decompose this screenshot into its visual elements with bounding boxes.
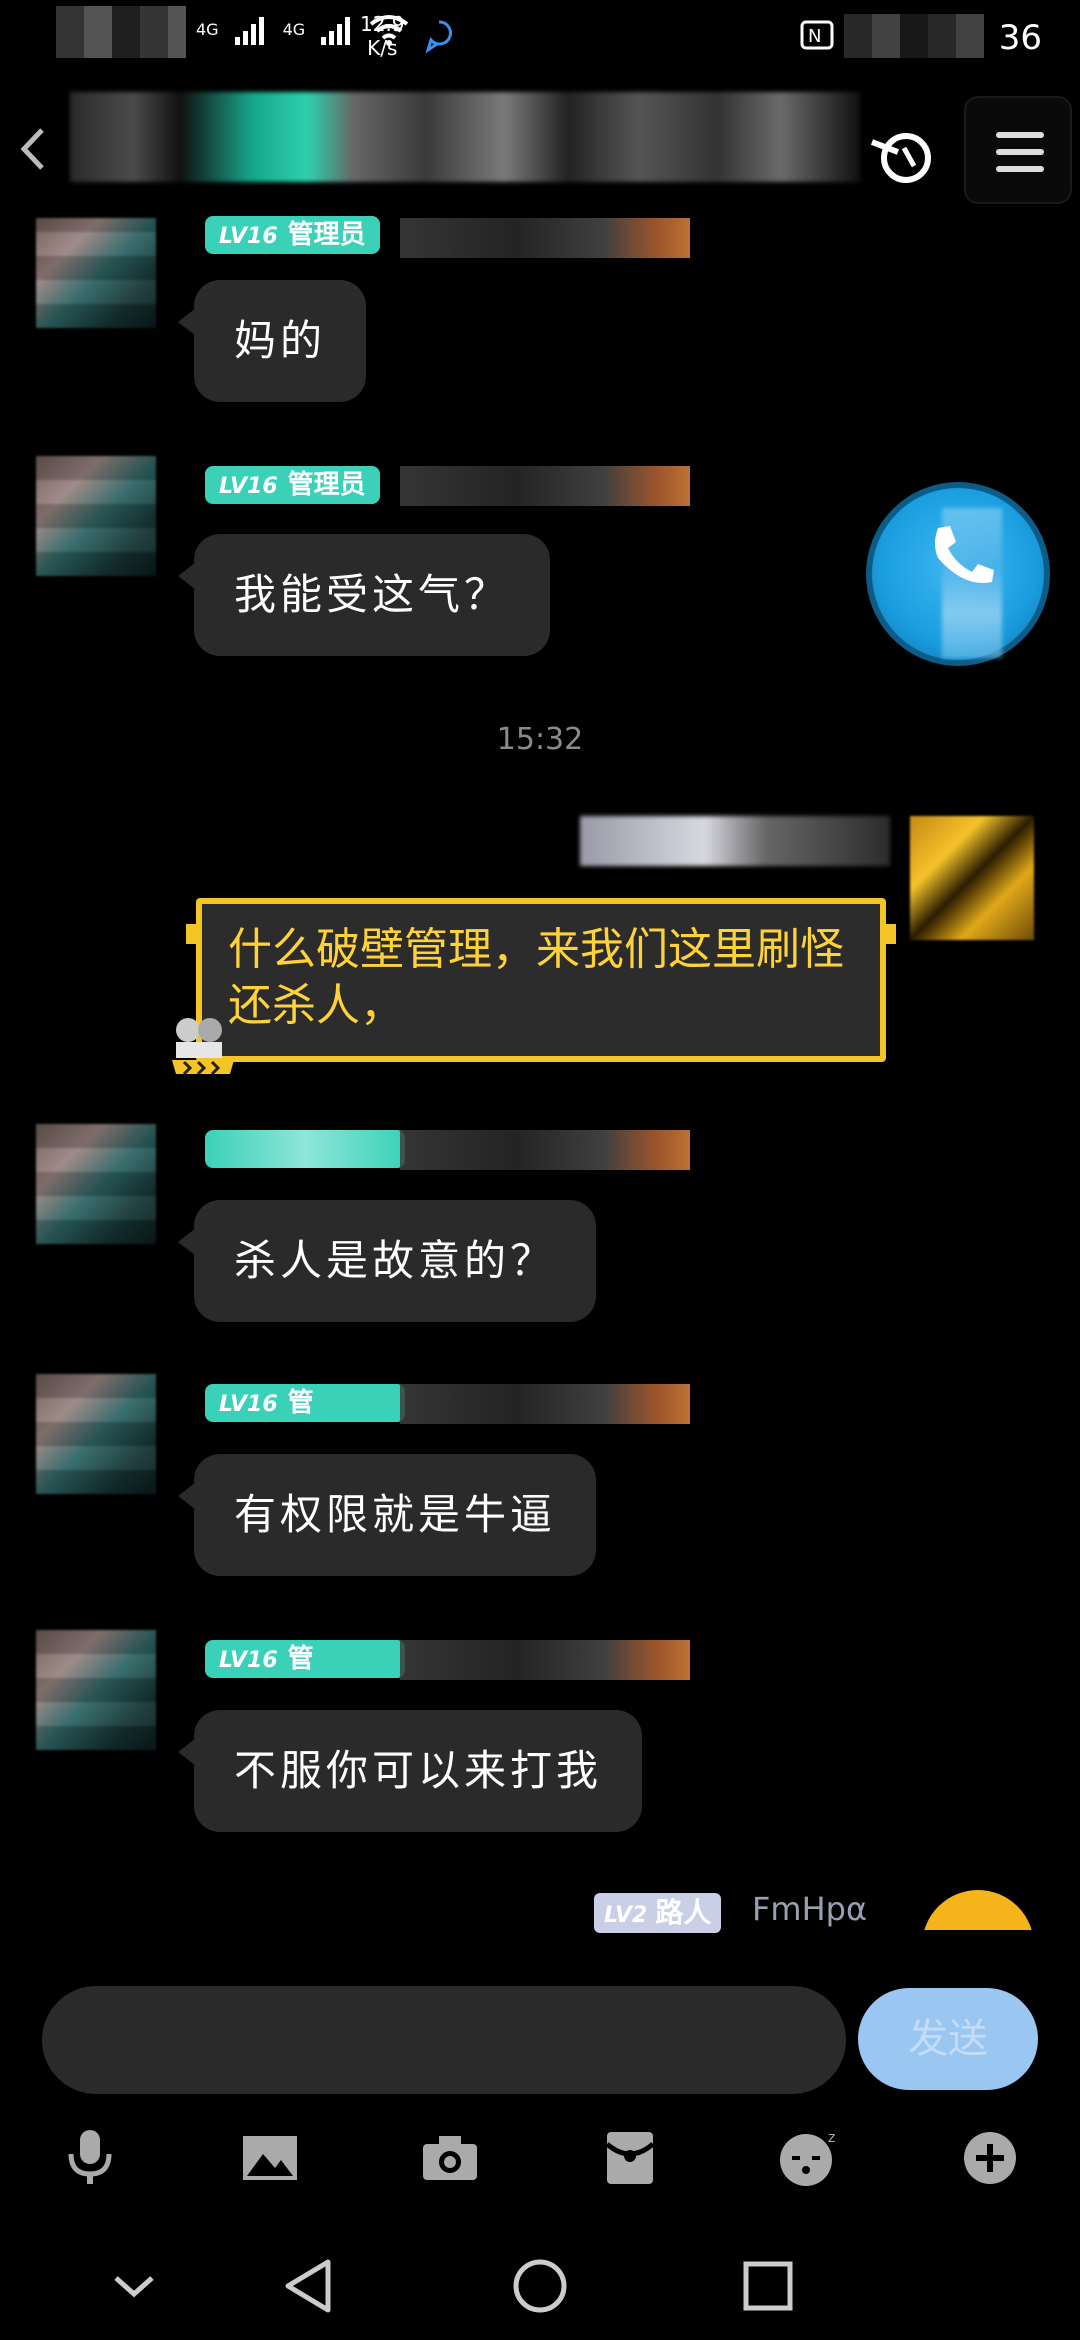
sender-name-redacted bbox=[400, 1640, 690, 1680]
send-button[interactable]: 发送 bbox=[858, 1988, 1038, 2090]
message-bubble[interactable]: 不服你可以来打我 bbox=[177, 1710, 643, 1832]
admin-badge: LV16 管理员 bbox=[205, 466, 380, 504]
microphone-icon[interactable] bbox=[50, 2118, 130, 2198]
sender-name-redacted bbox=[400, 1384, 690, 1424]
bubble-decoration-icon bbox=[172, 1018, 234, 1076]
hook-icon[interactable] bbox=[868, 122, 938, 192]
composer-toolbar: z bbox=[0, 2118, 1080, 2198]
red-packet-icon[interactable] bbox=[590, 2118, 670, 2198]
status-bar: 4G 4G 12.9 K/s N 36 bbox=[0, 0, 1080, 80]
signal-icon bbox=[321, 17, 351, 45]
camera-icon[interactable] bbox=[410, 2118, 490, 2198]
plus-icon[interactable] bbox=[950, 2118, 1030, 2198]
message-input[interactable] bbox=[42, 1986, 846, 2094]
nfc-icon: N bbox=[800, 20, 834, 50]
message-bubble[interactable]: 杀人是故意的？ bbox=[177, 1200, 597, 1322]
network-type-1: 4G bbox=[196, 20, 219, 39]
avatar[interactable] bbox=[36, 456, 156, 576]
avatar[interactable] bbox=[36, 1124, 156, 1244]
home-icon[interactable] bbox=[504, 2250, 576, 2322]
chat-header bbox=[0, 88, 1080, 208]
avatar[interactable] bbox=[922, 1890, 1034, 1930]
sleepy-emoji-icon[interactable]: z bbox=[770, 2118, 850, 2198]
avatar[interactable] bbox=[36, 1630, 156, 1750]
outgoing-message-bubble[interactable]: 什么破壁管理，来我们这里刷怪还杀人， bbox=[186, 898, 896, 1062]
sender-name-redacted bbox=[400, 466, 690, 506]
status-blur bbox=[56, 6, 186, 58]
phone-icon bbox=[935, 526, 994, 583]
sender-name-redacted bbox=[400, 1130, 690, 1170]
speed-unit: K/s bbox=[367, 36, 398, 60]
assistant-icon bbox=[425, 20, 452, 54]
speed-value: 12.9 bbox=[360, 12, 405, 36]
back-icon[interactable] bbox=[274, 2250, 346, 2322]
svg-text:z: z bbox=[828, 2130, 835, 2146]
hamburger-menu-icon[interactable] bbox=[964, 96, 1072, 204]
avatar[interactable] bbox=[36, 218, 156, 328]
own-name-redacted bbox=[580, 816, 890, 866]
svg-text:N: N bbox=[808, 26, 821, 47]
message-bubble[interactable]: 有权限就是牛逼 bbox=[177, 1454, 597, 1576]
sender-name-redacted bbox=[400, 218, 690, 258]
admin-badge bbox=[205, 1130, 405, 1168]
chat-title-redacted bbox=[70, 92, 860, 182]
message-timestamp: 15:32 bbox=[496, 722, 584, 757]
admin-badge: LV16 管 bbox=[205, 1384, 405, 1422]
network-speed: 12.9 K/s bbox=[360, 12, 405, 60]
sender-name[interactable]: FmHpα bbox=[752, 1890, 867, 1928]
admin-badge: LV16 管理员 bbox=[205, 216, 380, 254]
system-nav-bar bbox=[0, 2230, 1080, 2340]
message-bubble[interactable]: 我能受这气？ bbox=[177, 534, 551, 656]
own-avatar[interactable] bbox=[910, 816, 1034, 940]
admin-badge: LV16 管 bbox=[205, 1640, 405, 1678]
avatar[interactable] bbox=[36, 1374, 156, 1494]
signal-icon bbox=[234, 17, 264, 45]
message-bubble[interactable]: 妈的 bbox=[177, 280, 367, 402]
member-badge: LV2 路人 bbox=[594, 1893, 722, 1933]
network-type-2: 4G bbox=[282, 20, 306, 39]
chevron-left-icon[interactable] bbox=[12, 124, 52, 174]
image-icon[interactable] bbox=[230, 2118, 310, 2198]
floating-call-button[interactable] bbox=[866, 482, 1050, 666]
collapse-icon[interactable] bbox=[98, 2250, 170, 2322]
clock-fragment: 36 bbox=[998, 18, 1042, 58]
recents-icon[interactable] bbox=[732, 2250, 804, 2322]
status-blur bbox=[844, 14, 984, 58]
